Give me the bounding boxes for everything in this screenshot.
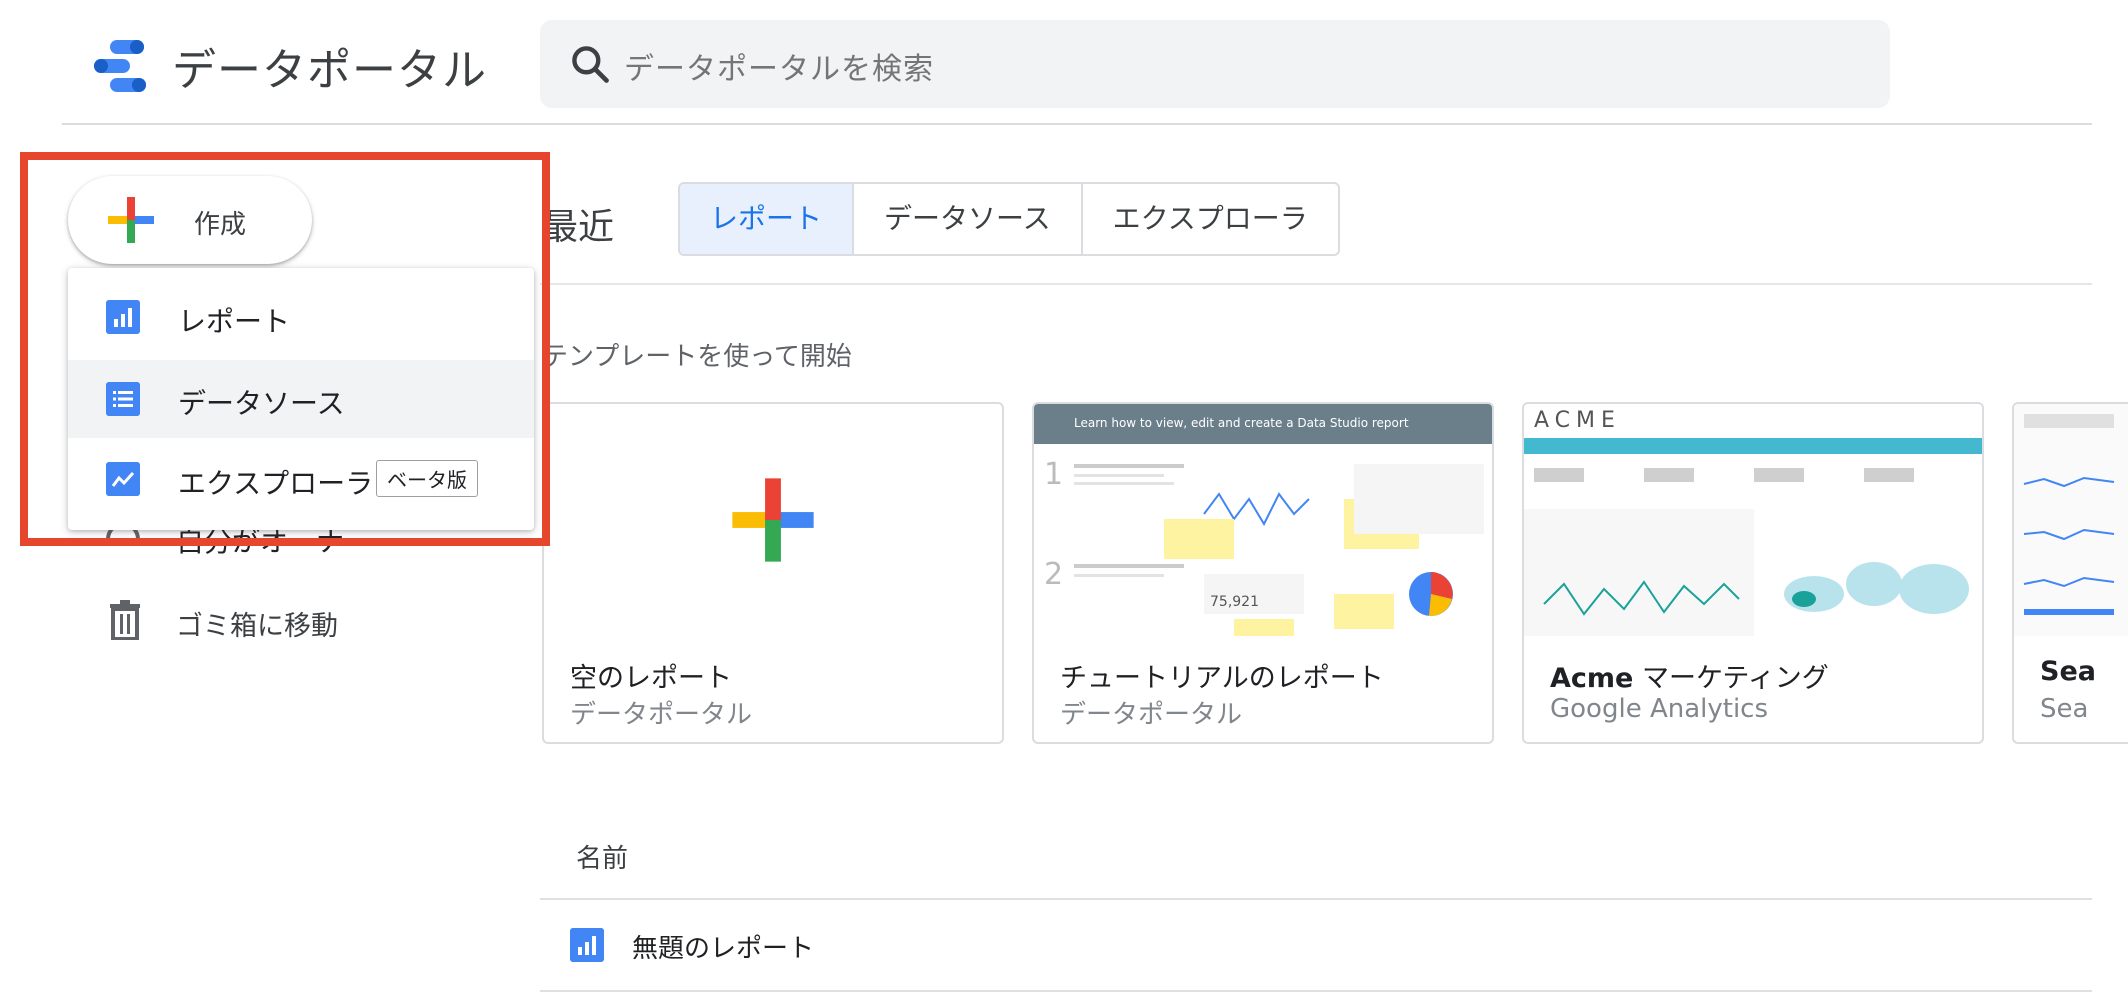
- menu-item-report[interactable]: レポート: [68, 278, 534, 356]
- explorer-icon: [106, 462, 140, 496]
- tab-explorer[interactable]: エクスプローラ: [1083, 184, 1338, 254]
- tutorial-preview-graphic: 1 2 75,921: [1044, 457, 1484, 636]
- svg-text:2: 2: [1044, 557, 1063, 592]
- search-console-thumbnail: [2014, 404, 2128, 636]
- header-divider: [62, 123, 2092, 125]
- list-item-label: 無題のレポート: [632, 934, 815, 964]
- trash-icon: [110, 600, 140, 640]
- create-button[interactable]: 作成: [68, 176, 312, 264]
- recent-title: 最近: [542, 207, 615, 248]
- blank-report-plus-icon: [732, 478, 814, 562]
- list-divider: [540, 990, 2092, 992]
- tutorial-thumb-header: Learn how to view, edit and create a Dat…: [1034, 404, 1492, 444]
- list-divider: [540, 898, 2092, 900]
- acme-thumbnail: ACME: [1524, 404, 1982, 636]
- tutorial-thumbnail: Learn how to view, edit and create a Dat…: [1034, 404, 1492, 636]
- create-dropdown-menu: レポート データソース エクスプローラ ベータ版: [68, 268, 534, 530]
- template-title: Acme マーケティング: [1550, 656, 1829, 695]
- trash-label: ゴミ箱に移動: [176, 611, 338, 642]
- template-subtitle: Google Analytics: [1550, 694, 1769, 724]
- svg-text:1: 1: [1044, 457, 1063, 492]
- list-item[interactable]: 無題のレポート: [540, 902, 2092, 988]
- acme-logo: ACME: [1534, 408, 1621, 433]
- app-title: データポータル: [172, 45, 487, 96]
- svg-text:75,921: 75,921: [1210, 594, 1259, 610]
- beta-badge: ベータ版: [376, 460, 478, 497]
- report-icon: [570, 928, 604, 962]
- report-icon: [106, 300, 140, 334]
- template-subtitle: Sea: [2040, 694, 2089, 724]
- template-title-rest: マーケティング: [1633, 663, 1829, 694]
- template-card-acme[interactable]: ACME Acme マーケティング Google Analytics: [1522, 402, 1984, 744]
- template-card-tutorial[interactable]: Learn how to view, edit and create a Dat…: [1032, 402, 1494, 744]
- template-title-bold: Acme: [1550, 663, 1634, 694]
- menu-item-label: レポート: [178, 305, 291, 338]
- section-divider: [540, 283, 2092, 285]
- menu-item-label: データソース: [178, 387, 345, 420]
- sidebar-item-trash[interactable]: ゴミ箱に移動: [104, 598, 524, 648]
- search-input[interactable]: データポータルを検索: [624, 44, 934, 88]
- search-icon[interactable]: [568, 42, 612, 86]
- tab-datasource[interactable]: データソース: [854, 184, 1083, 254]
- template-title: 空のレポート: [570, 663, 732, 694]
- plus-icon: [108, 197, 154, 243]
- recent-tabs: レポート データソース エクスプローラ: [678, 182, 1340, 256]
- template-subtitle: データポータル: [1060, 700, 1243, 730]
- acme-preview-graphic: [1524, 454, 1982, 636]
- templates-title: テンプレートを使って開始: [542, 342, 852, 372]
- tab-report[interactable]: レポート: [680, 184, 855, 254]
- menu-item-explorer[interactable]: エクスプローラ ベータ版: [68, 440, 534, 518]
- template-title: チュートリアルのレポート: [1060, 663, 1384, 694]
- template-card-blank[interactable]: 空のレポート データポータル: [542, 402, 1004, 744]
- list-column-name[interactable]: 名前: [576, 838, 628, 875]
- create-button-label: 作成: [194, 210, 247, 240]
- template-card-search-console[interactable]: Sea Sea: [2012, 402, 2128, 744]
- datasource-icon: [106, 382, 140, 416]
- menu-item-label: エクスプローラ: [178, 467, 374, 500]
- data-portal-logo-icon: [94, 40, 146, 92]
- menu-item-datasource[interactable]: データソース: [68, 360, 534, 438]
- template-subtitle: データポータル: [570, 700, 753, 730]
- template-title: Sea: [2040, 656, 2096, 687]
- search-bar[interactable]: データポータルを検索: [540, 20, 1890, 108]
